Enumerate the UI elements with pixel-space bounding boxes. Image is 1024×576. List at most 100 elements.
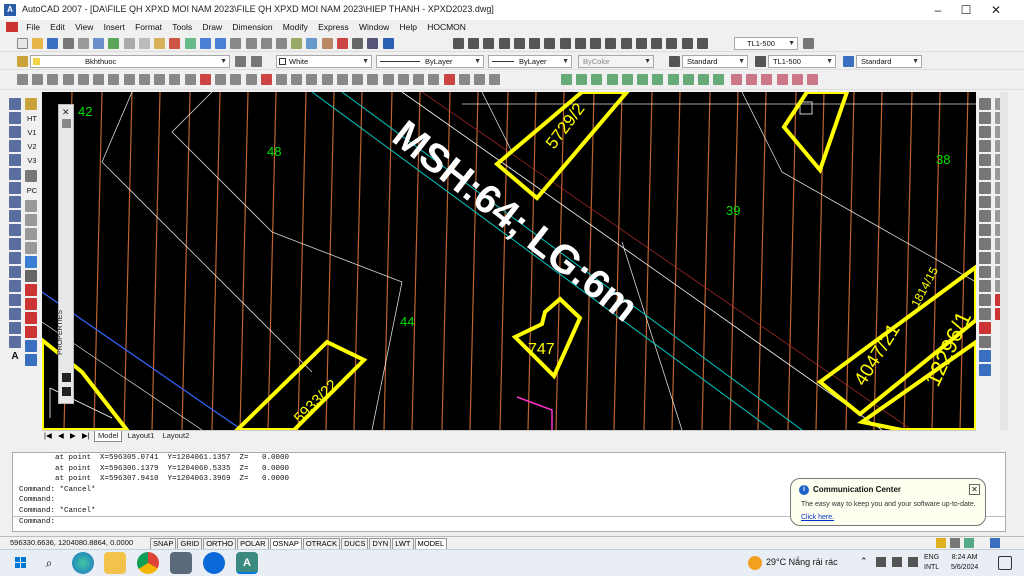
ht-button[interactable]: HT: [24, 112, 40, 126]
cut-icon[interactable]: [123, 38, 135, 49]
text-tool-4-icon[interactable]: [62, 74, 74, 85]
pan-icon[interactable]: [230, 38, 242, 49]
array-icon[interactable]: [979, 154, 991, 166]
tray-chevron-icon[interactable]: ⌃: [860, 556, 868, 567]
express-tool-1-icon[interactable]: [561, 74, 572, 85]
copy-icon[interactable]: [138, 38, 150, 49]
zalo-icon[interactable]: [203, 552, 225, 574]
dim-continue-icon[interactable]: [605, 38, 617, 49]
linetype-select[interactable]: ByLayer ▼: [376, 55, 484, 68]
tray-settings-icon[interactable]: [964, 538, 974, 548]
rectangle-icon[interactable]: [9, 154, 21, 166]
express-tool-3-icon[interactable]: [591, 74, 603, 85]
table-icon[interactable]: [9, 336, 21, 348]
tool-c-icon[interactable]: [761, 74, 773, 85]
minimize-button[interactable]: –: [924, 2, 952, 18]
save-tool-icon[interactable]: [25, 170, 37, 182]
drawing-svg[interactable]: 42 48 39 38 44 MSH:64; LG:6m 5729/2 747 …: [42, 92, 976, 430]
express-tool-11-icon[interactable]: [713, 74, 725, 85]
text-style-select[interactable]: Standard ▼: [682, 55, 748, 68]
undo-icon[interactable]: [199, 38, 211, 49]
match-properties-icon[interactable]: [169, 38, 181, 49]
color-select[interactable]: White ▼: [276, 55, 372, 68]
menu-edit[interactable]: Edit: [46, 20, 69, 34]
open-icon[interactable]: [32, 38, 44, 49]
text-tool-1-icon[interactable]: [17, 74, 28, 85]
point-icon[interactable]: [9, 280, 21, 292]
palette-close-icon[interactable]: ✕: [62, 107, 70, 118]
tab-nav-next-icon[interactable]: ▶: [68, 431, 78, 441]
publish-icon[interactable]: [93, 38, 105, 49]
palette-menu-icon[interactable]: [62, 387, 71, 396]
scale-icon[interactable]: [979, 196, 991, 208]
text-tool-19-icon[interactable]: [291, 74, 303, 85]
express-tool-2-icon[interactable]: [576, 74, 588, 85]
weather-text[interactable]: 29°C Nắng rải rác: [766, 557, 838, 567]
extend-icon[interactable]: [979, 238, 991, 250]
text-tool-25-icon[interactable]: [382, 74, 394, 85]
red-tool-3-icon[interactable]: [25, 312, 37, 324]
dim-angular-icon[interactable]: [559, 38, 571, 49]
text-style-icon[interactable]: [669, 56, 680, 67]
save-icon[interactable]: [47, 38, 59, 49]
circle-icon[interactable]: [9, 182, 21, 194]
palette-arrow-icon[interactable]: [62, 373, 71, 382]
polyline-icon[interactable]: [9, 126, 21, 138]
markup-icon[interactable]: [352, 38, 364, 49]
express-tool-7-icon[interactable]: [652, 74, 664, 85]
gradient-icon[interactable]: [9, 308, 21, 320]
layer-select[interactable]: Bkhthuoc ▼: [30, 55, 230, 68]
dim-style-icon[interactable]: [803, 38, 814, 49]
coordinate-readout[interactable]: 596330.6636, 1204080.8864, 0.0000: [10, 538, 133, 547]
lock-icon[interactable]: [950, 538, 960, 548]
table-style-icon[interactable]: [843, 56, 854, 67]
help-icon[interactable]: [382, 38, 394, 49]
stretch-icon[interactable]: [979, 210, 991, 222]
spline-icon[interactable]: [9, 210, 21, 222]
menu-modify[interactable]: Modify: [279, 20, 312, 34]
zoom-realtime-icon[interactable]: [245, 38, 257, 49]
text-tool-17-icon[interactable]: [260, 74, 272, 85]
blue-tool-3-icon[interactable]: [25, 354, 37, 366]
blue-tool-2-icon[interactable]: [25, 340, 37, 352]
dim-arc-icon[interactable]: [483, 38, 495, 49]
insert-block-icon[interactable]: [9, 252, 21, 264]
dim-text-edit-icon[interactable]: [681, 38, 693, 49]
zoom-previous-icon[interactable]: [275, 38, 287, 49]
tool-f-icon[interactable]: [807, 74, 819, 85]
menu-file[interactable]: File: [22, 20, 44, 34]
snap-tool-icon[interactable]: [25, 200, 37, 212]
menu-window[interactable]: Window: [355, 20, 393, 34]
layer-previous-icon[interactable]: [251, 56, 262, 67]
trim-icon[interactable]: [979, 224, 991, 236]
search-icon[interactable]: ⌕: [38, 552, 60, 574]
text-tool-14-icon[interactable]: [215, 74, 227, 85]
language-indicator[interactable]: ENG INTL: [924, 553, 939, 573]
menu-dimension[interactable]: Dimension: [228, 20, 276, 34]
table-style-select[interactable]: Standard ▼: [856, 55, 922, 68]
calculator-tool-icon[interactable]: [367, 38, 379, 49]
text-tool-30-icon[interactable]: [458, 74, 470, 85]
new-icon[interactable]: [17, 38, 28, 49]
text-tool-32-icon[interactable]: [489, 74, 501, 85]
express-tool-6-icon[interactable]: [637, 74, 649, 85]
menu-view[interactable]: View: [71, 20, 97, 34]
properties-icon[interactable]: [291, 38, 303, 49]
plot-preview-icon[interactable]: [77, 38, 89, 49]
construction-line-icon[interactable]: [9, 112, 21, 124]
cross-tool-icon[interactable]: [25, 214, 37, 226]
modify-tool-20-icon[interactable]: [979, 364, 991, 376]
sheet-set-icon[interactable]: [336, 38, 348, 49]
chrome-icon[interactable]: [137, 552, 159, 574]
line-icon[interactable]: [9, 98, 21, 110]
erase-icon[interactable]: [979, 98, 991, 110]
menu-hocmon[interactable]: HOCMON: [423, 20, 470, 34]
vertex-tool-icon[interactable]: [25, 242, 37, 254]
clean-screen-icon[interactable]: [990, 538, 1000, 548]
dim-ordinate-icon[interactable]: [498, 38, 510, 49]
custom-tool-icon[interactable]: [25, 98, 37, 110]
v3-button[interactable]: V3: [24, 154, 40, 168]
tab-nav-prev-icon[interactable]: ◀: [56, 431, 66, 441]
express-tool-4-icon[interactable]: [606, 74, 618, 85]
tab-nav-first-icon[interactable]: |◀: [42, 431, 54, 441]
